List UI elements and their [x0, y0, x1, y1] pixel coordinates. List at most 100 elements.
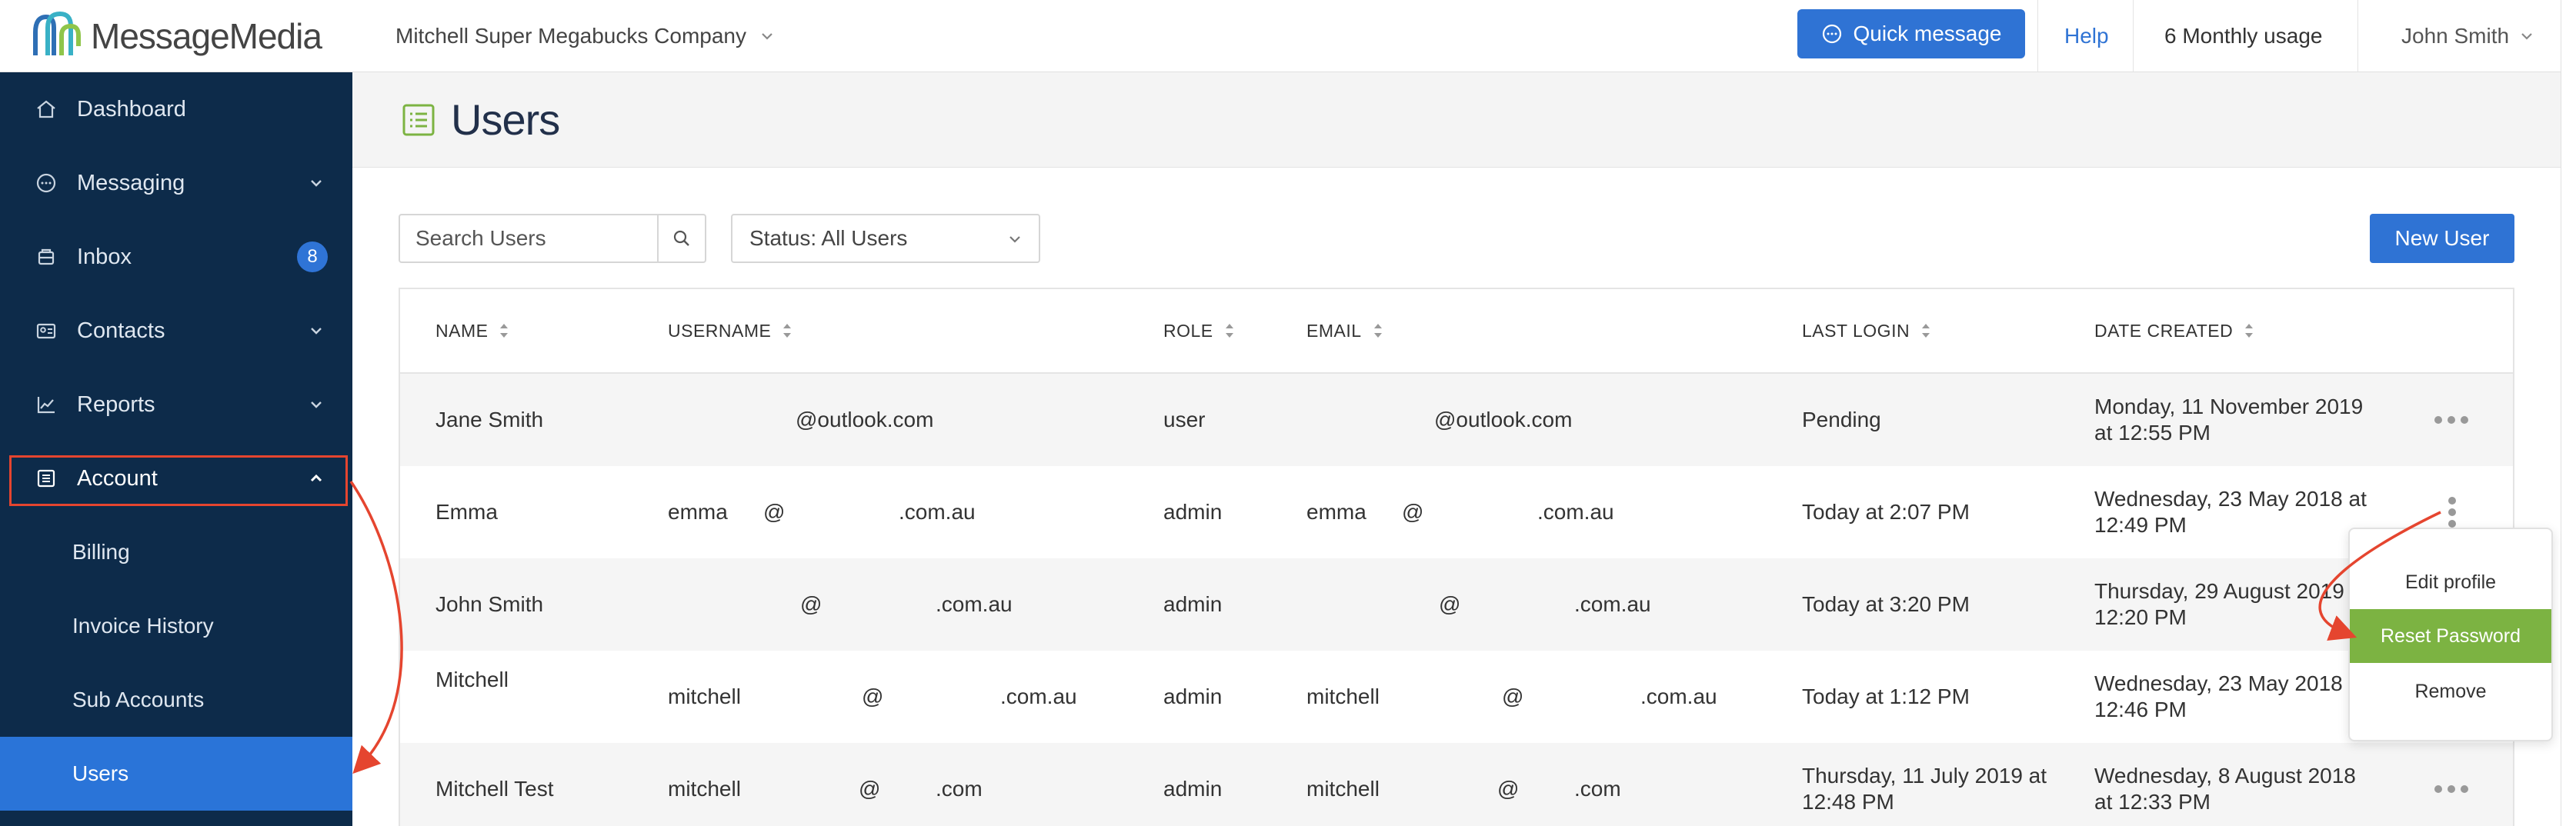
cell-email: @outlook.com: [1434, 408, 1573, 431]
cell-username-part: .com.au: [1000, 684, 1077, 708]
more-dot-icon: [2448, 520, 2456, 528]
help-link[interactable]: Help: [2037, 0, 2133, 72]
menu-item-edit-profile[interactable]: Edit profile: [2350, 555, 2551, 609]
menu-item-label: Edit profile: [2404, 571, 2497, 593]
cell-last-login: Today at 3:20 PM: [1802, 592, 1970, 616]
quick-message-label: Quick message: [1853, 22, 2002, 45]
cell-username-part: mitchell: [668, 684, 741, 708]
column-header-role[interactable]: ROLE: [1163, 320, 1235, 341]
cell-email-part: @: [1502, 684, 1524, 708]
chevron-down-icon: [311, 180, 322, 187]
column-label: EMAIL: [1306, 320, 1362, 341]
table-header: NAME USERNAME ROLE EMAIL LAST LOGIN DATE…: [400, 289, 2513, 374]
row-actions-button[interactable]: [2448, 497, 2456, 528]
cell-email-part: @: [1497, 777, 1520, 801]
monthly-usage-link[interactable]: 6 Monthly usage: [2133, 0, 2357, 72]
column-header-email[interactable]: EMAIL: [1306, 320, 1383, 341]
search-button[interactable]: [657, 215, 705, 261]
column-label: DATE CREATED: [2094, 320, 2234, 341]
sidebar-item-reports[interactable]: Reports: [0, 368, 352, 441]
cell-username-part: @: [859, 777, 881, 801]
new-user-button[interactable]: New User: [2370, 214, 2514, 263]
column-header-name[interactable]: NAME: [435, 320, 509, 341]
cell-name: Mitchell: [435, 668, 509, 691]
menu-item-remove[interactable]: Remove: [2350, 664, 2551, 718]
sidebar-item-inbox[interactable]: Inbox 8: [0, 220, 352, 294]
sort-icon: [2245, 324, 2254, 338]
more-dot-icon: [2434, 785, 2442, 793]
sidebar-item-dashboard[interactable]: Dashboard: [0, 72, 352, 146]
cell-email-part: .com.au: [1574, 592, 1651, 616]
cell-email-part: @: [1402, 500, 1424, 524]
cell-date-created: Wednesday, 8 August 2018 at 12:33 PM: [2094, 764, 2356, 814]
cell-date-created: Wednesday, 23 May 2018 at 12:49 PM: [2094, 487, 2367, 537]
user-name: John Smith: [2401, 24, 2510, 48]
cell-email-part: .com: [1574, 777, 1621, 801]
cell-email-part: mitchell: [1306, 777, 1380, 801]
sidebar-item-contacts[interactable]: Contacts: [0, 294, 352, 368]
sidebar-subitem-users[interactable]: Users: [0, 737, 352, 811]
cell-name: Emma: [435, 500, 498, 524]
scrollbar-track[interactable]: [2561, 0, 2576, 826]
sort-icon: [500, 324, 509, 338]
quick-message-button[interactable]: Quick message: [1797, 9, 2025, 58]
new-user-label: New User: [2394, 226, 2490, 250]
chevron-down-icon: [311, 328, 322, 335]
sort-icon: [1373, 324, 1382, 338]
cell-last-login: Today at 1:12 PM: [1802, 684, 1970, 708]
more-dot-icon: [2448, 416, 2455, 424]
brand-name: MessageMedia: [91, 15, 322, 56]
sidebar: MessageMedia Dashboard Messaging Inbox 8: [0, 0, 352, 826]
cell-email-part: @: [1439, 592, 1461, 616]
cell-last-login: Thursday, 11 July 2019 at 12:48 PM: [1802, 764, 2047, 814]
row-actions-button[interactable]: [2434, 416, 2468, 424]
sidebar-item-label: Inbox: [77, 244, 132, 269]
search-input[interactable]: [400, 215, 657, 261]
row-actions-menu: Edit profile Reset Password Remove: [2348, 528, 2553, 741]
sidebar-subitem-label: Sub Accounts: [72, 688, 205, 711]
users-panel: Status: All Users New User NAME USERNAME…: [352, 168, 2561, 826]
sidebar-subitem-billing[interactable]: Billing: [0, 515, 352, 589]
cell-last-login: Pending: [1802, 408, 1881, 431]
search-icon: [673, 230, 689, 246]
menu-item-reset-password[interactable]: Reset Password: [2350, 609, 2551, 663]
row-actions-button[interactable]: [2434, 785, 2468, 793]
table-row[interactable]: Mitchell mitchell @ .com.au admin mitche…: [400, 651, 2513, 743]
brand[interactable]: MessageMedia: [0, 0, 352, 72]
chevron-down-icon: [2521, 33, 2532, 40]
cell-email-part: emma: [1306, 500, 1366, 524]
sidebar-item-messaging[interactable]: Messaging: [0, 146, 352, 220]
user-menu[interactable]: John Smith: [2357, 0, 2561, 72]
cell-role: admin: [1163, 777, 1223, 801]
status-filter-select[interactable]: Status: All Users: [731, 214, 1040, 263]
search-box: [399, 214, 706, 263]
cell-date-created: Monday, 11 November 2019 at 12:55 PM: [2094, 395, 2364, 445]
cell-username-part: @: [800, 592, 823, 616]
table-row[interactable]: Emma emma @ .com.au admin emma @ .com.au…: [400, 466, 2513, 558]
more-dot-icon: [2448, 497, 2456, 505]
company-switcher[interactable]: Mitchell Super Megabucks Company: [352, 24, 776, 48]
cell-username: @outlook.com: [796, 408, 934, 431]
list-icon: [402, 104, 435, 135]
column-header-username[interactable]: USERNAME: [668, 320, 792, 341]
table-row[interactable]: Jane Smith @outlook.com user @outlook.co…: [400, 374, 2513, 466]
cell-email-part: .com.au: [1640, 684, 1717, 708]
column-header-last-login[interactable]: LAST LOGIN: [1802, 320, 1931, 341]
table-row[interactable]: Mitchell Test mitchell @ .com admin mitc…: [400, 743, 2513, 826]
table-row[interactable]: John Smith @ .com.au admin @ .com.au Tod…: [400, 558, 2513, 651]
column-label: NAME: [435, 320, 489, 341]
sidebar-subitem-invoice-history[interactable]: Invoice History: [0, 589, 352, 663]
sidebar-item-label: Messaging: [77, 170, 185, 195]
sidebar-item-label: Contacts: [77, 318, 165, 343]
cell-username-part: .com.au: [936, 592, 1013, 616]
sidebar-subitem-sub-accounts[interactable]: Sub Accounts: [0, 663, 352, 737]
chat-bubble-icon: [1822, 24, 1841, 44]
cell-email-part: .com.au: [1537, 500, 1614, 524]
column-header-date-created[interactable]: DATE CREATED: [2094, 320, 2254, 341]
help-label: Help: [2064, 24, 2109, 48]
sort-icon: [1225, 324, 1233, 338]
sort-icon: [783, 324, 792, 338]
cell-name: Jane Smith: [435, 408, 544, 431]
chevron-down-icon: [1009, 236, 1020, 243]
page-title: Users: [451, 95, 560, 144]
